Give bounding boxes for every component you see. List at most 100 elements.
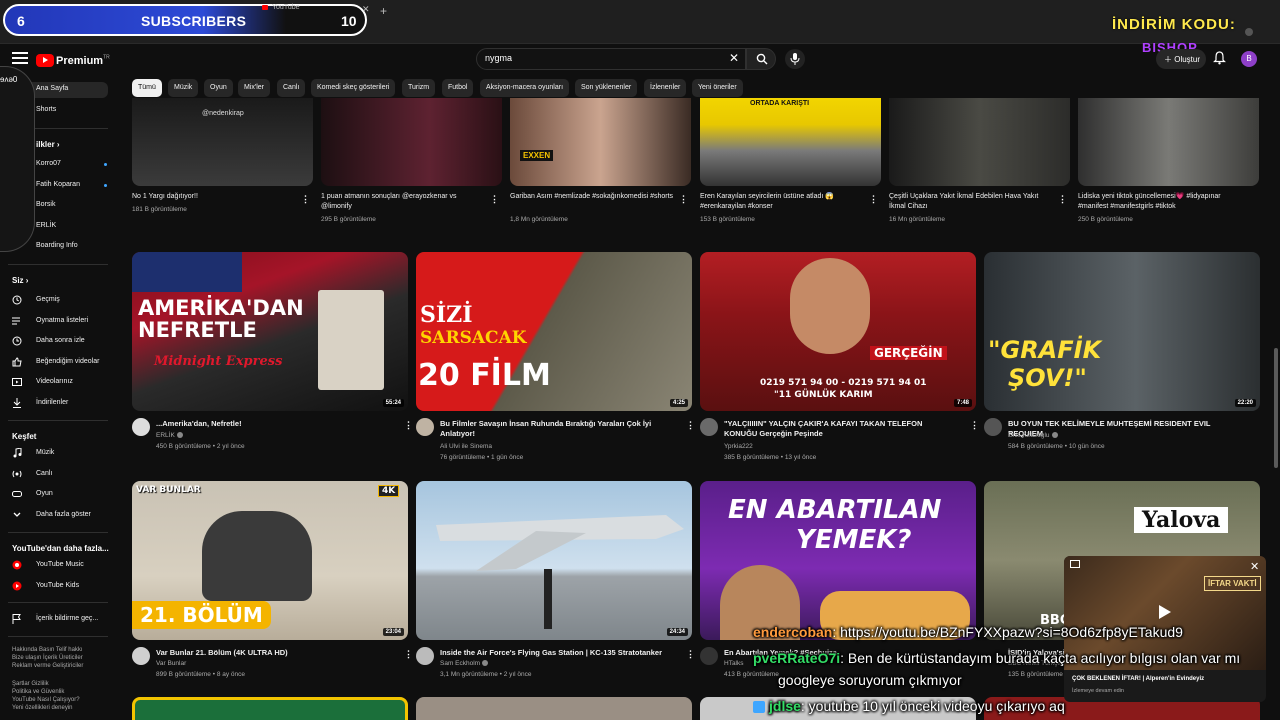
chip-music[interactable]: Müzik [168, 79, 199, 97]
tab-close-icon[interactable]: ✕ [362, 4, 370, 15]
subscriptions-heading[interactable]: ilkler › [36, 140, 60, 149]
video-thumbnail[interactable]: EXXEN [510, 98, 691, 186]
channel-name[interactable]: HTalks [724, 660, 744, 667]
video-thumbnail[interactable]: "GRAFİK ŞOV!" 22:20 [984, 252, 1260, 411]
miniplayer-close-icon[interactable]: ✕ [1250, 560, 1259, 573]
more-options-icon[interactable]: ⋮ [686, 420, 695, 431]
sidebar-item-downloads[interactable]: İndirilenler [8, 396, 108, 412]
video-thumbnail[interactable] [321, 98, 502, 186]
chip-gaming[interactable]: Oyun [204, 79, 233, 97]
sidebar-item-history[interactable]: Geçmiş [8, 293, 108, 309]
new-tab-icon[interactable]: + [380, 4, 387, 18]
chip-watched[interactable]: İzlenenler [644, 79, 687, 97]
video-thumbnail[interactable]: ORTADA KARIŞTI [700, 98, 881, 186]
video-thumbnail[interactable] [132, 697, 408, 720]
hamburger-menu-icon[interactable] [12, 52, 28, 66]
notifications-button[interactable] [1213, 51, 1226, 70]
chip-recently-uploaded[interactable]: Son yüklenenler [575, 79, 638, 97]
video-thumbnail[interactable]: EN ABARTILAN YEMEK? [700, 481, 976, 640]
sidebar-item-youtube-music[interactable]: YouTube Music [8, 558, 108, 574]
voice-search-button[interactable] [785, 49, 805, 69]
video-thumbnail[interactable]: GERÇEĞİN 0219 571 94 00 - 0219 571 94 01… [700, 252, 976, 411]
sidebar-item-live[interactable]: Canlı [8, 467, 108, 483]
video-title[interactable]: ...Amerika'dan, Nefretle! [156, 419, 388, 429]
extension-icon[interactable] [1245, 28, 1253, 36]
chip-sketch-comedy[interactable]: Komedi skeç gösterileri [311, 79, 396, 97]
more-options-icon[interactable]: ⋮ [679, 194, 688, 205]
chip-new-to-you[interactable]: Yeni öneriler [692, 79, 743, 97]
video-title[interactable]: Inside the Air Force's Flying Gas Statio… [440, 648, 672, 658]
video-thumbnail[interactable]: VAR BUNLAR 4K 21. BÖLÜM 23:04 [132, 481, 408, 640]
more-options-icon[interactable]: ⋮ [301, 194, 310, 205]
video-thumbnail[interactable]: AMERİKA'DAN NEFRETLE Midnight Express 55… [132, 252, 408, 411]
footer-links[interactable]: Hakkında Basın Telif hakkı Bize ulaşın İç… [12, 646, 116, 670]
chip-all[interactable]: Tümü [132, 79, 162, 97]
footer-policy-links[interactable]: Şartlar Gizlilik Politika ve Güvenlik YouT… [12, 680, 116, 712]
search-button[interactable] [746, 48, 776, 70]
channel-avatar[interactable] [132, 647, 150, 665]
sidebar-item-your-videos[interactable]: Videolarınız [8, 375, 108, 391]
you-heading[interactable]: Siz › [12, 276, 28, 285]
chip-tourism[interactable]: Turizm [402, 79, 436, 97]
more-options-icon[interactable]: ⋮ [490, 194, 499, 205]
short-title[interactable]: Çeşitli Uçaklara Yakıt İkmal Edebilen Ha… [889, 192, 1054, 212]
more-options-icon[interactable]: ⋮ [869, 194, 878, 205]
sidebar-item-show-more[interactable]: Daha fazla göster [8, 508, 108, 524]
chip-mixes[interactable]: Mix'ler [238, 79, 271, 97]
sidebar-item-music[interactable]: Müzik [8, 446, 108, 462]
sidebar-item-report-history[interactable]: İçerik bildirme geç... [8, 612, 108, 628]
channel-name[interactable]: ERLİK [156, 432, 183, 439]
video-thumbnail[interactable] [416, 697, 692, 720]
sidebar-item-youtube-kids[interactable]: YouTube Kids [8, 579, 108, 595]
new-content-dot [104, 163, 107, 166]
channel-name[interactable]: Ali Ulvi ile Sinema [440, 443, 492, 450]
account-avatar[interactable]: B [1241, 51, 1257, 67]
more-options-icon[interactable]: ⋮ [1058, 194, 1067, 205]
video-title[interactable]: Bu Filmler Savaşın İnsan Ruhunda Bıraktı… [440, 419, 672, 439]
expand-icon[interactable] [1070, 560, 1080, 568]
youtube-logo[interactable]: PremiumTR [36, 52, 110, 68]
video-thumbnail[interactable]: 24:34 [416, 481, 692, 640]
short-title[interactable]: No 1 Yargı dağıtıyor!! [132, 192, 297, 202]
video-thumbnail[interactable] [889, 98, 1070, 186]
channel-avatar[interactable] [700, 418, 718, 436]
browser-tab[interactable]: YouTube [262, 4, 370, 16]
more-options-icon[interactable]: ⋮ [404, 649, 413, 660]
video-thumbnail[interactable]: @nedenkirap [132, 98, 313, 186]
sidebar-item-watch-later[interactable]: Daha sonra izle [8, 334, 108, 350]
short-title[interactable]: Gariban Asım #nemlizade #sokağınkomedisi… [510, 192, 675, 202]
channel-avatar[interactable] [132, 418, 150, 436]
sidebar-item-playlists[interactable]: Oynatma listeleri [8, 314, 108, 330]
video-title[interactable]: "YALÇIIIIIN" YALÇIN ÇAKIR'A KAFAYI TAKAN… [724, 419, 956, 439]
channel-name[interactable]: Sam Eckholm [440, 660, 489, 667]
create-button[interactable]: ＋ Oluştur [1156, 49, 1206, 69]
video-thumbnail[interactable]: SİZİ SARSACAK 20 FİLM 4:25 [416, 252, 692, 411]
more-options-icon[interactable]: ⋮ [970, 420, 979, 431]
channel-avatar[interactable] [984, 418, 1002, 436]
channel-avatar[interactable] [700, 647, 718, 665]
chip-action-adventure[interactable]: Aksiyon-macera oyunları [480, 79, 570, 97]
channel-name[interactable]: Var Bunlar [156, 660, 186, 667]
channel-avatar[interactable] [416, 418, 434, 436]
short-title[interactable]: 1 puan atmanın sonuçları @erayozkenar vs… [321, 192, 486, 212]
sidebar-item-gaming[interactable]: Oyun [8, 487, 108, 503]
video-title[interactable]: Var Bunlar 21. Bölüm (4K ULTRA HD) [156, 648, 388, 658]
video-thumbnail[interactable] [1078, 98, 1259, 186]
miniplayer-title[interactable]: ÇOK BEKLENEN İFTAR! | Alperen'in Evindey… [1072, 676, 1204, 682]
channel-avatar[interactable] [416, 647, 434, 665]
channel-name[interactable]: Yprkia222 [724, 443, 753, 450]
more-options-icon[interactable]: ⋮ [404, 420, 413, 431]
search-box[interactable] [476, 48, 746, 70]
subscriber-count: 6 [17, 13, 25, 29]
short-title[interactable]: Lidiska yeni tiktok güncellemesi💗 #lidya… [1078, 192, 1243, 212]
search-input[interactable] [485, 53, 715, 63]
chip-live[interactable]: Canlı [277, 79, 306, 97]
more-options-icon[interactable]: ⋮ [686, 649, 695, 660]
short-title[interactable]: Eren Karayılan seyircilerin üstüne atlad… [700, 192, 865, 212]
chip-football[interactable]: Futbol [442, 79, 474, 97]
scrollbar-thumb[interactable] [1274, 348, 1278, 468]
play-icon[interactable] [1158, 604, 1172, 620]
sidebar-item-liked[interactable]: Beğendiğim videolar [8, 355, 108, 371]
channel-name[interactable]: Enis Kirazoglu [1008, 432, 1058, 439]
search-clear-icon[interactable]: ✕ [729, 51, 739, 65]
